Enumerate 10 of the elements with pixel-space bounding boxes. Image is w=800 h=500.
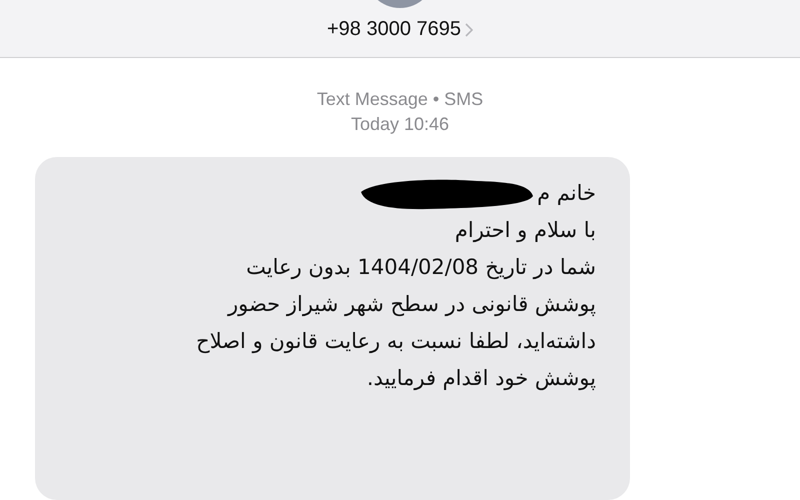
service-label: Text Message • SMS (316, 88, 484, 112)
message-text: خانم م (537, 180, 596, 208)
message-text: با سلام و احترام (454, 217, 596, 244)
message-text: پوشش خود اقدام فرمایید. (366, 365, 596, 392)
chevron-icon[interactable] (465, 22, 474, 36)
timestamp: Today 10:46 (350, 113, 450, 136)
message-text: پوشش قانونی در سطح شهر شیراز حضور (228, 291, 596, 318)
message-text: شما در تاریخ 1404/02/08 بدون رعایت (246, 254, 596, 282)
contact-number[interactable]: +98 3000 7695 (326, 18, 462, 41)
message-text: داشته‌اید، لطفا نسبت به رعایت قانون و اصلاح (196, 328, 596, 356)
